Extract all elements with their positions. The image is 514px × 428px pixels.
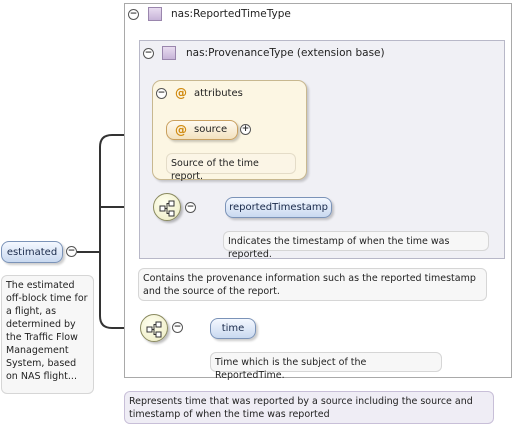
type-doc: Represents time that was reported by a s… — [124, 391, 494, 424]
extension-type-icon — [162, 46, 176, 60]
extension-name: nas:ProvenanceType (extension base) — [186, 47, 385, 59]
attribute-source-doc: Source of the time report. — [166, 153, 296, 182]
type-icon — [148, 7, 162, 21]
element-time-label: time — [221, 323, 245, 334]
type-name: nas:ReportedTimeType — [171, 8, 291, 20]
extension-collapse-icon[interactable]: − — [143, 48, 154, 59]
attributes-at-icon: @ — [175, 86, 187, 100]
sequence-icon-2[interactable] — [140, 314, 168, 342]
element-reportedTimestamp-doc: Indicates the timestamp of when the time… — [223, 231, 489, 260]
sequence-collapse-icon-2[interactable]: − — [172, 322, 183, 333]
sequence-icon-1[interactable] — [153, 193, 181, 221]
type-collapse-icon[interactable]: − — [128, 9, 139, 20]
element-estimated-doc: The estimated off-block time for a fligh… — [1, 275, 94, 394]
element-reportedTimestamp-label: reportedTimestamp — [229, 202, 328, 213]
extension-doc: Contains the provenance information such… — [138, 268, 487, 301]
element-time[interactable]: time — [210, 318, 256, 339]
element-time-doc: Time which is the subject of the Reporte… — [210, 352, 442, 381]
sequence-glyph-1 — [159, 200, 175, 217]
attribute-at-icon: @ — [175, 123, 187, 137]
attributes-label: attributes — [194, 88, 243, 99]
sequence-collapse-icon-1[interactable]: − — [185, 202, 196, 213]
attribute-expand-icon[interactable]: + — [240, 124, 251, 135]
element-estimated[interactable]: estimated — [1, 241, 63, 263]
element-estimated-label: estimated — [6, 247, 58, 258]
attribute-source[interactable]: @ source — [166, 120, 238, 140]
sequence-glyph-2 — [146, 321, 162, 338]
root-collapse-icon[interactable]: − — [66, 246, 77, 257]
element-reportedTimestamp[interactable]: reportedTimestamp — [225, 197, 332, 218]
attributes-collapse-icon[interactable]: − — [156, 88, 167, 99]
attribute-source-label: source — [194, 124, 228, 135]
